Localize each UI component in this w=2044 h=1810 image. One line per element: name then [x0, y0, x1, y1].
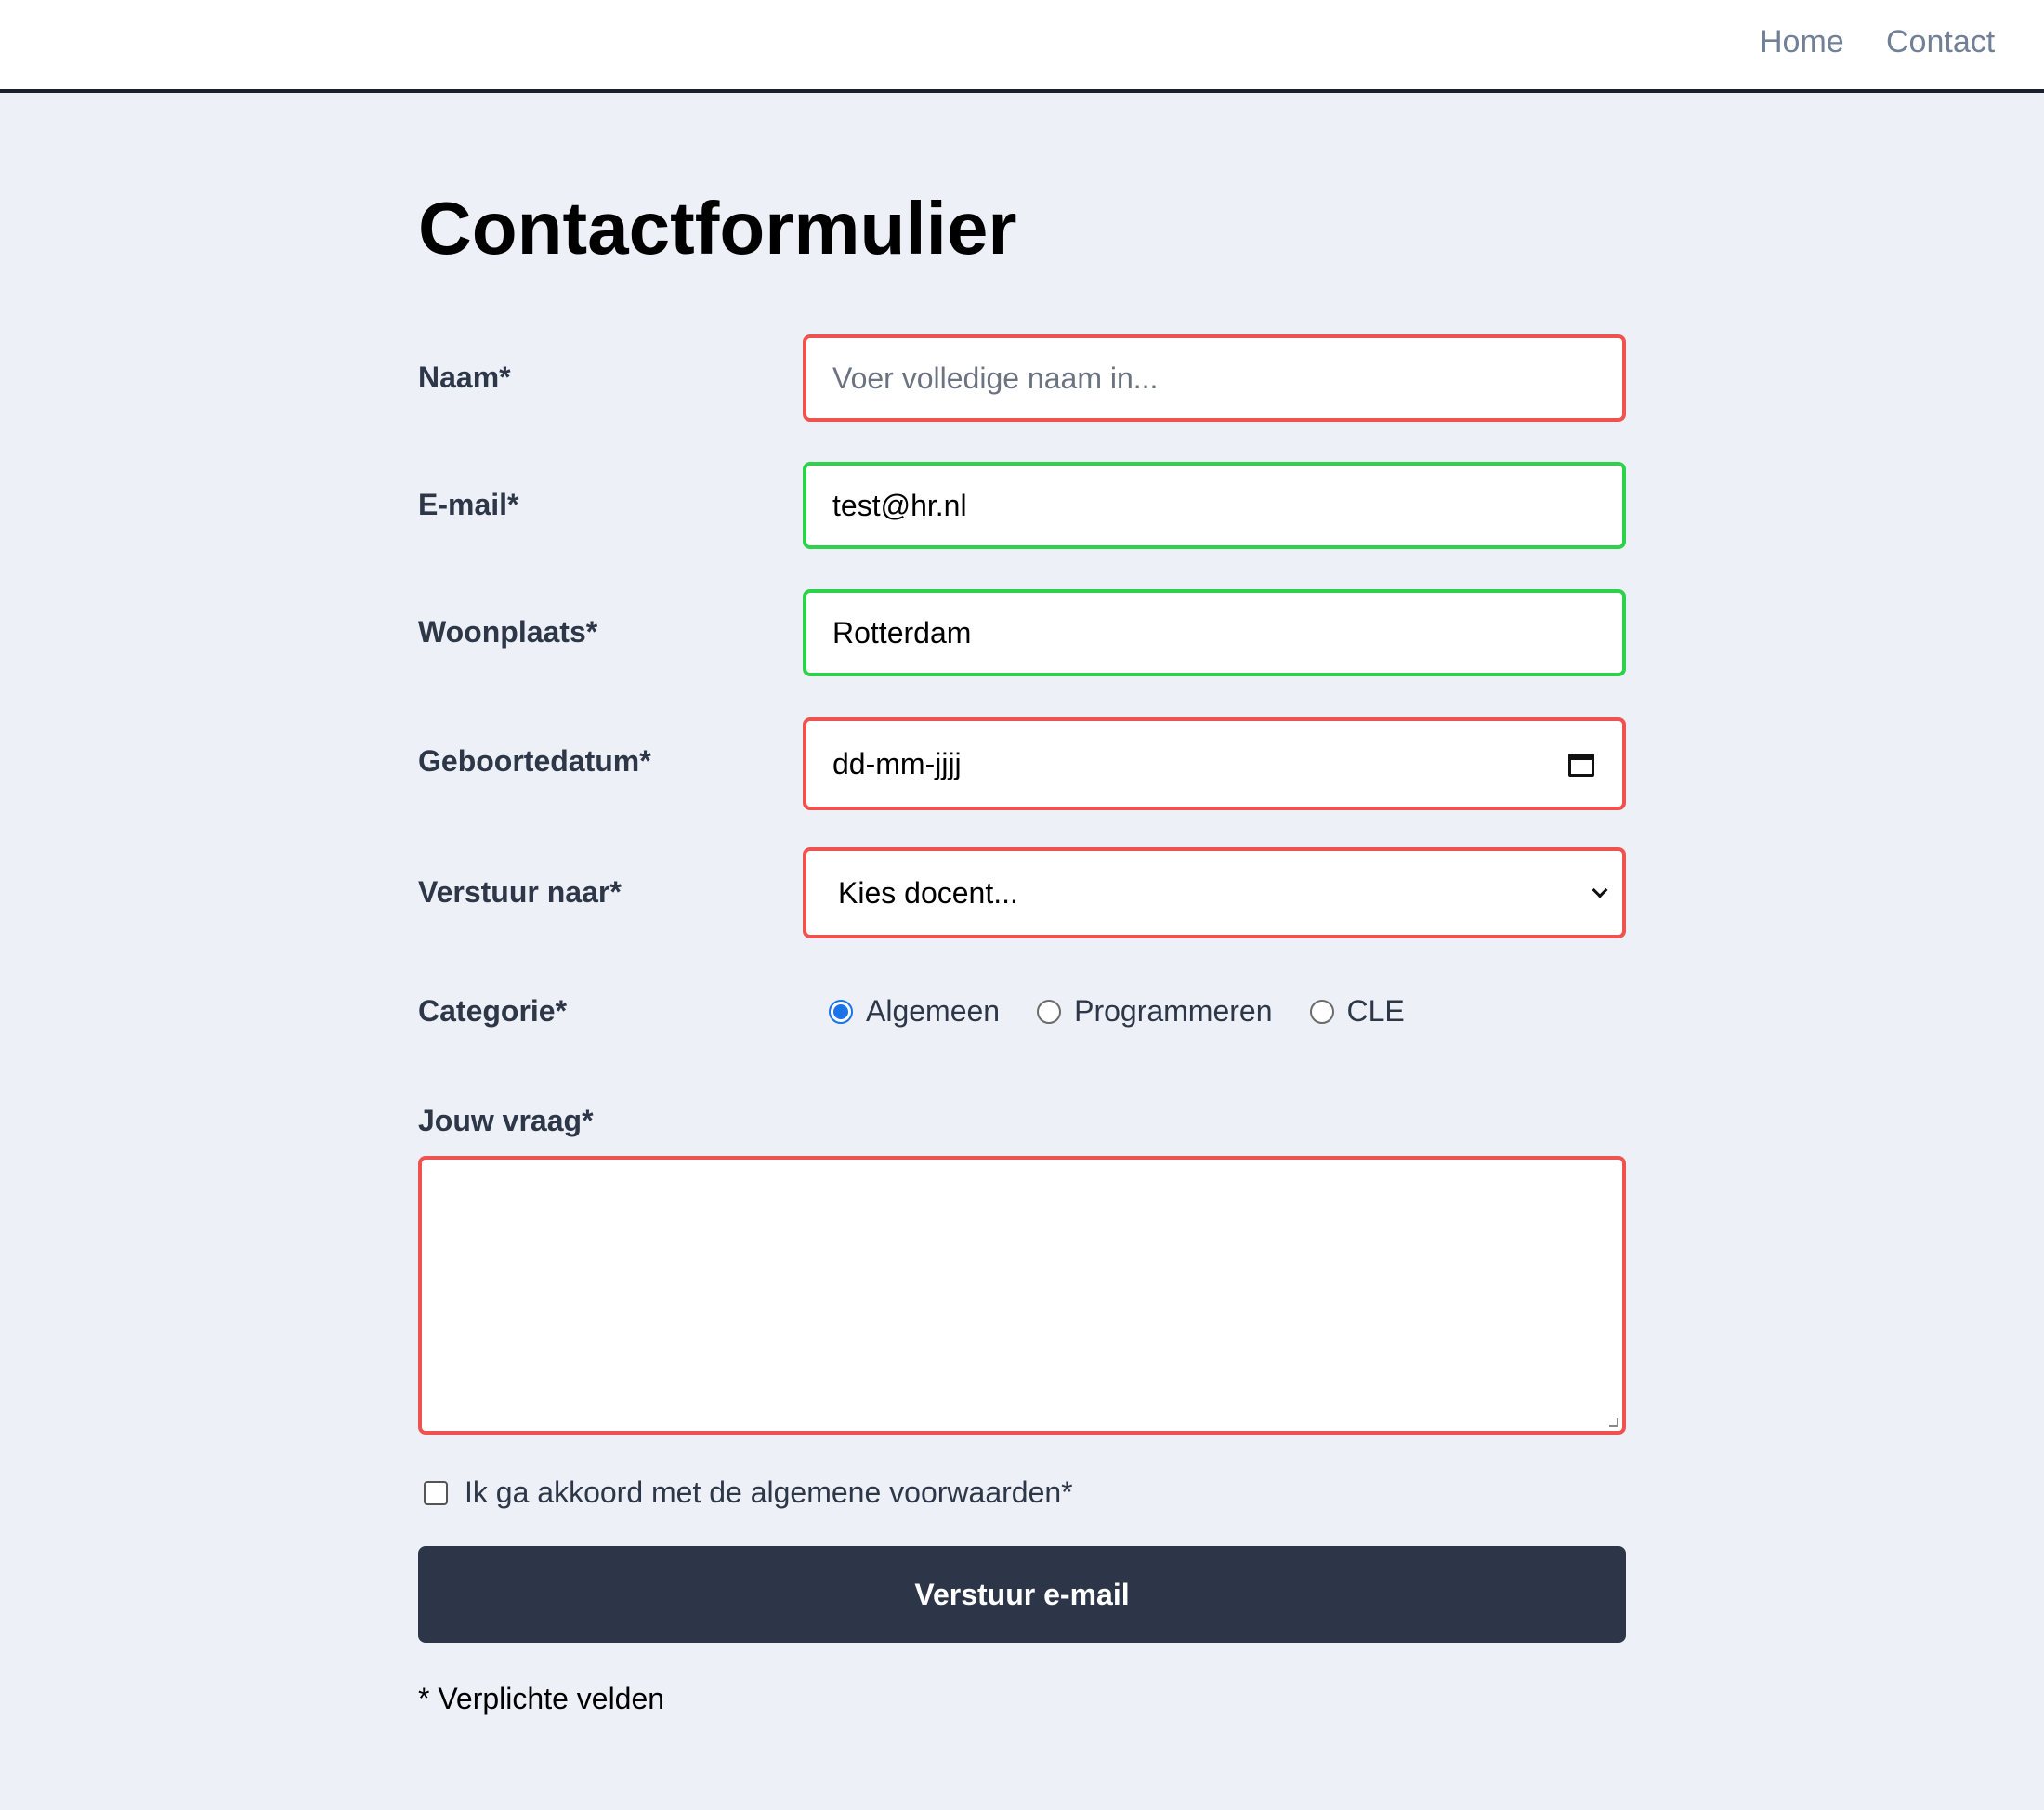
radio-option-cle[interactable]: CLE [1309, 994, 1405, 1029]
required-fields-note: * Verplichte velden [418, 1682, 665, 1715]
categorie-label: Categorie* [418, 994, 568, 1028]
terms-checkbox[interactable] [424, 1480, 448, 1505]
docent-select[interactable]: Kies docent... [803, 847, 1626, 938]
vraag-label: Jouw vraag* [418, 1104, 594, 1137]
radio-button-programmeren[interactable] [1037, 999, 1062, 1024]
verstuur-naar-label: Verstuur naar* [418, 875, 622, 909]
naam-input[interactable] [803, 334, 1626, 422]
select-value: Kies docent... [838, 875, 1018, 910]
submit-button[interactable]: Verstuur e-mail [418, 1546, 1626, 1643]
radio-label-programmeren: Programmeren [1074, 994, 1273, 1028]
email-input[interactable] [803, 462, 1626, 549]
email-label: E-mail* [418, 488, 519, 521]
nav-link-contact[interactable]: Contact [1886, 24, 1995, 60]
calendar-icon[interactable] [1568, 751, 1596, 777]
chevron-down-icon [1592, 882, 1608, 898]
woonplaats-label: Woonplaats* [418, 615, 598, 649]
radio-button-cle[interactable] [1309, 999, 1334, 1024]
date-placeholder: dd-mm-jjjj [832, 746, 962, 780]
radio-label-algemeen: Algemeen [866, 994, 1001, 1028]
top-navigation-bar: Home Contact [0, 0, 2044, 93]
radio-option-algemeen[interactable]: Algemeen [829, 994, 1000, 1029]
radio-button-algemeen[interactable] [829, 999, 853, 1024]
naam-label: Naam* [418, 361, 511, 394]
radio-option-programmeren[interactable]: Programmeren [1037, 994, 1273, 1029]
page-title: Contactformulier [418, 187, 1017, 269]
terms-row: Ik ga akkoord met de algemene voorwaarde… [424, 1476, 1073, 1510]
categorie-radio-group: Algemeen Programmeren CLE [829, 994, 1442, 1029]
woonplaats-input[interactable] [803, 589, 1626, 676]
radio-label-cle: CLE [1346, 994, 1405, 1028]
resize-handle[interactable] [1609, 1418, 1618, 1427]
geboortedatum-input[interactable]: dd-mm-jjjj [803, 717, 1626, 810]
terms-label: Ik ga akkoord met de algemene voorwaarde… [465, 1476, 1073, 1509]
geboortedatum-label: Geboortedatum* [418, 744, 651, 778]
vraag-textarea[interactable] [418, 1156, 1626, 1435]
nav-link-home[interactable]: Home [1760, 24, 1844, 60]
